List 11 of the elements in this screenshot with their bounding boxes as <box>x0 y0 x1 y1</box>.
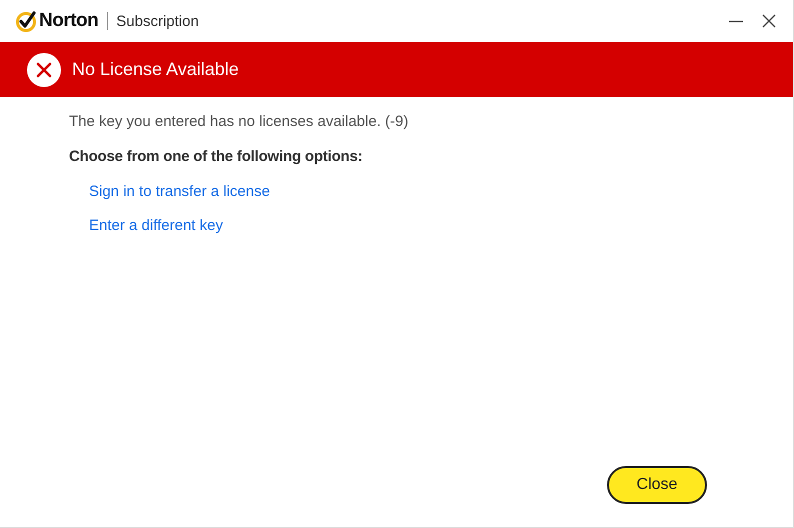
option-link[interactable]: Sign in to transfer a license <box>89 183 270 200</box>
window-title: Subscription <box>116 12 199 30</box>
close-icon[interactable] <box>761 13 777 29</box>
brand-name: Norton <box>39 10 98 32</box>
error-message: The key you entered has no licenses available. (-9) <box>69 113 408 130</box>
error-icon <box>27 52 61 86</box>
options-prompt: Choose from one of the following options: <box>69 148 362 165</box>
checkmark-logo-icon <box>15 10 37 32</box>
banner-title: No License Available <box>72 59 239 80</box>
option-link[interactable]: Enter a different key <box>89 217 223 234</box>
close-button[interactable]: Close <box>607 466 707 504</box>
